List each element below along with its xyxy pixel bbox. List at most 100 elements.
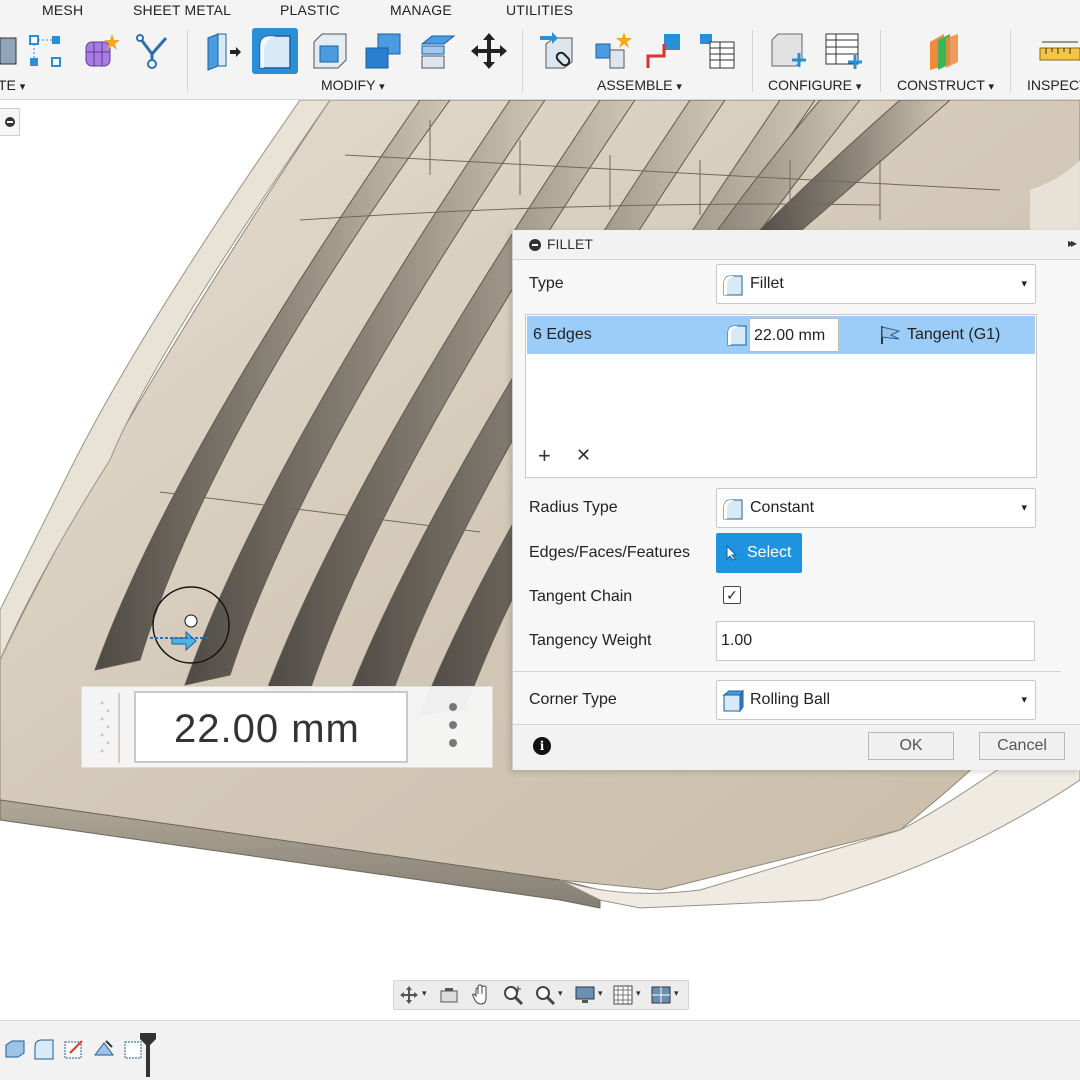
browser-collapse-button[interactable]: [0, 108, 20, 136]
radius-type-dropdown[interactable]: Constant ▾: [716, 488, 1036, 528]
construct-plane-icon: [930, 34, 958, 70]
display-settings-icon[interactable]: [574, 984, 596, 1006]
tab-manage[interactable]: MANAGE: [390, 2, 452, 18]
minus-circle-icon[interactable]: [529, 239, 541, 251]
group-modify-label[interactable]: MODIFY ▾: [321, 77, 385, 93]
radius-type-label: Radius Type: [529, 499, 618, 516]
create-derive-tool[interactable]: [130, 28, 176, 74]
ok-button[interactable]: OK: [868, 732, 954, 760]
pan-hand-icon[interactable]: [470, 984, 492, 1006]
move-copy-tool[interactable]: [466, 28, 512, 74]
expand-dialog-icon[interactable]: ▸▸: [1068, 236, 1077, 250]
move-arrows-icon: [471, 33, 507, 69]
create-form-tool[interactable]: [78, 28, 124, 74]
joint-tool[interactable]: [536, 28, 582, 74]
continuity-dropdown[interactable]: Tangent (G1): [907, 326, 1000, 344]
dropdown-arrow-icon[interactable]: ▾: [422, 988, 427, 999]
tangent-chain-checkbox[interactable]: ✓: [723, 586, 741, 604]
create-box-tool[interactable]: [0, 28, 22, 74]
edge-set-list: 6 Edges 22.00 mm Tangent (G1) + ✕: [525, 314, 1037, 478]
offset-face-tool[interactable]: [414, 28, 460, 74]
dropdown-arrow-icon: ▾: [1021, 502, 1027, 514]
toolbar-ribbon: MESH SHEET METAL PLASTIC MANAGE UTILITIE…: [0, 0, 1080, 100]
look-at-icon[interactable]: [438, 984, 460, 1006]
info-icon[interactable]: i: [533, 737, 551, 755]
bill-of-materials-tool[interactable]: [694, 28, 740, 74]
tangency-weight-input[interactable]: 1.00: [716, 621, 1035, 661]
dialog-footer: i OK Cancel: [513, 724, 1080, 770]
selection-label: Edges/Faces/Features: [529, 544, 690, 561]
shell-icon: [313, 33, 347, 69]
new-component-tool[interactable]: [590, 28, 636, 74]
group-assemble-label[interactable]: ASSEMBLE ▾: [597, 77, 682, 93]
table-icon: [700, 34, 735, 69]
add-selection-set-button[interactable]: +: [538, 443, 551, 469]
edge-set-row[interactable]: 6 Edges 22.00 mm Tangent (G1): [527, 316, 1035, 354]
ribbon-divider: [1010, 30, 1011, 92]
edge-radius-input[interactable]: 22.00 mm: [749, 318, 839, 352]
grid-settings-icon[interactable]: [612, 984, 634, 1006]
more-options-icon[interactable]: [448, 699, 458, 755]
corner-type-dropdown[interactable]: Rolling Ball ▾: [716, 680, 1036, 720]
tab-utilities[interactable]: UTILITIES: [506, 2, 573, 18]
minus-circle-icon: [4, 117, 15, 127]
select-button[interactable]: Select: [716, 533, 802, 573]
combine-tool[interactable]: [360, 28, 406, 74]
canvas-radius-input[interactable]: 22.00 mm: [134, 691, 408, 763]
tangent-chain-label: Tangent Chain: [529, 588, 633, 605]
type-dropdown[interactable]: Fillet ▾: [716, 264, 1036, 304]
dropdown-arrow-icon: ▾: [1021, 278, 1027, 290]
design-timeline: [0, 1020, 1080, 1080]
dropdown-arrow-icon[interactable]: ▾: [636, 988, 641, 999]
fillet-tool[interactable]: [252, 28, 298, 74]
measure-tool[interactable]: [1036, 28, 1080, 74]
ribbon-divider: [752, 30, 753, 92]
section-divider: [513, 671, 1061, 672]
create-sketch-pattern-tool[interactable]: [22, 28, 68, 74]
fillet-icon: [723, 275, 743, 296]
dropdown-arrow-icon[interactable]: ▾: [674, 988, 679, 999]
corner-type-label: Corner Type: [529, 691, 617, 708]
fit-zoom-icon[interactable]: [534, 984, 556, 1006]
box-icon: [0, 37, 17, 65]
canvas-radius-manipulator: 22.00 mm: [81, 686, 493, 768]
shell-tool[interactable]: [306, 28, 352, 74]
press-pull-tool[interactable]: [198, 28, 244, 74]
dialog-header[interactable]: FILLET ▸▸: [513, 230, 1080, 260]
type-value: Fillet: [750, 275, 784, 292]
corner-type-value: Rolling Ball: [750, 691, 831, 708]
tab-mesh[interactable]: MESH: [42, 2, 83, 18]
remove-selection-set-button[interactable]: ✕: [576, 445, 591, 466]
group-construct-label[interactable]: CONSTRUCT ▾: [897, 77, 994, 93]
ruler-icon: [1039, 41, 1080, 61]
zoom-icon[interactable]: [502, 984, 524, 1006]
config-table-icon: [825, 33, 862, 69]
group-configure-label[interactable]: CONFIGURE ▾: [768, 77, 861, 93]
tangency-weight-label: Tangency Weight: [529, 632, 652, 649]
timeline-split-icon[interactable]: [92, 1037, 116, 1061]
timeline-sketch-icon[interactable]: [62, 1037, 86, 1061]
timeline-extrude-icon[interactable]: [2, 1037, 26, 1061]
configure-icon: [771, 33, 806, 67]
configuration-table-tool[interactable]: [820, 28, 866, 74]
configure-tool[interactable]: [766, 28, 812, 74]
group-inspect-label[interactable]: INSPECT: [1027, 77, 1080, 93]
cancel-button[interactable]: Cancel: [979, 732, 1065, 760]
orbit-icon[interactable]: [398, 984, 420, 1006]
tab-plastic[interactable]: PLASTIC: [280, 2, 340, 18]
check-icon: ✓: [726, 587, 738, 603]
timeline-fillet-icon[interactable]: [32, 1037, 56, 1061]
construct-plane-tool[interactable]: [922, 28, 968, 74]
dropdown-arrow-icon: ▾: [1021, 694, 1027, 706]
dropdown-arrow-icon[interactable]: ▾: [598, 988, 603, 999]
group-create-label[interactable]: TE ▾: [0, 77, 25, 93]
timeline-marker-icon[interactable]: [140, 1033, 156, 1077]
fillet-icon: [259, 35, 291, 69]
tab-sheet-metal[interactable]: SHEET METAL: [133, 2, 231, 18]
ribbon-divider: [187, 30, 188, 92]
rigid-group-tool[interactable]: [642, 28, 688, 74]
rigid-group-icon: [646, 34, 680, 68]
drag-grip-icon[interactable]: [94, 693, 120, 763]
dropdown-arrow-icon[interactable]: ▾: [558, 988, 563, 999]
viewports-icon[interactable]: [650, 984, 672, 1006]
